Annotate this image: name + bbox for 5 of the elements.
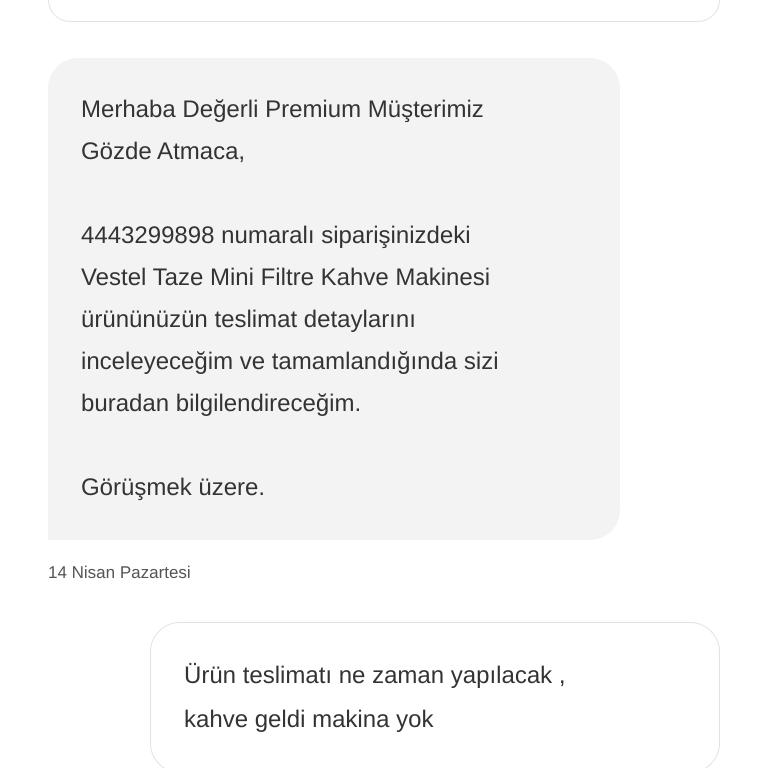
message-text: Merhaba Değerli Premium Müşterimiz Gözde Atmaca, [81,95,485,167]
date-label: 14 Nisan Pazartesi [48,562,191,584]
message-text: 4443299898 numaralı siparişinizdeki Vestel Taze Mini Filtre Kahve Makinesi ürününüzün teslimat detaylarını inceleyeceğim ve tamamlandığında sizi buradan bilgilendireceğim. [81,221,500,419]
message-text: Görüşmek üzere. [81,473,266,503]
message-text: Ürün teslimatı ne zaman yapılacak , kahve geldi makina yok [184,661,567,735]
